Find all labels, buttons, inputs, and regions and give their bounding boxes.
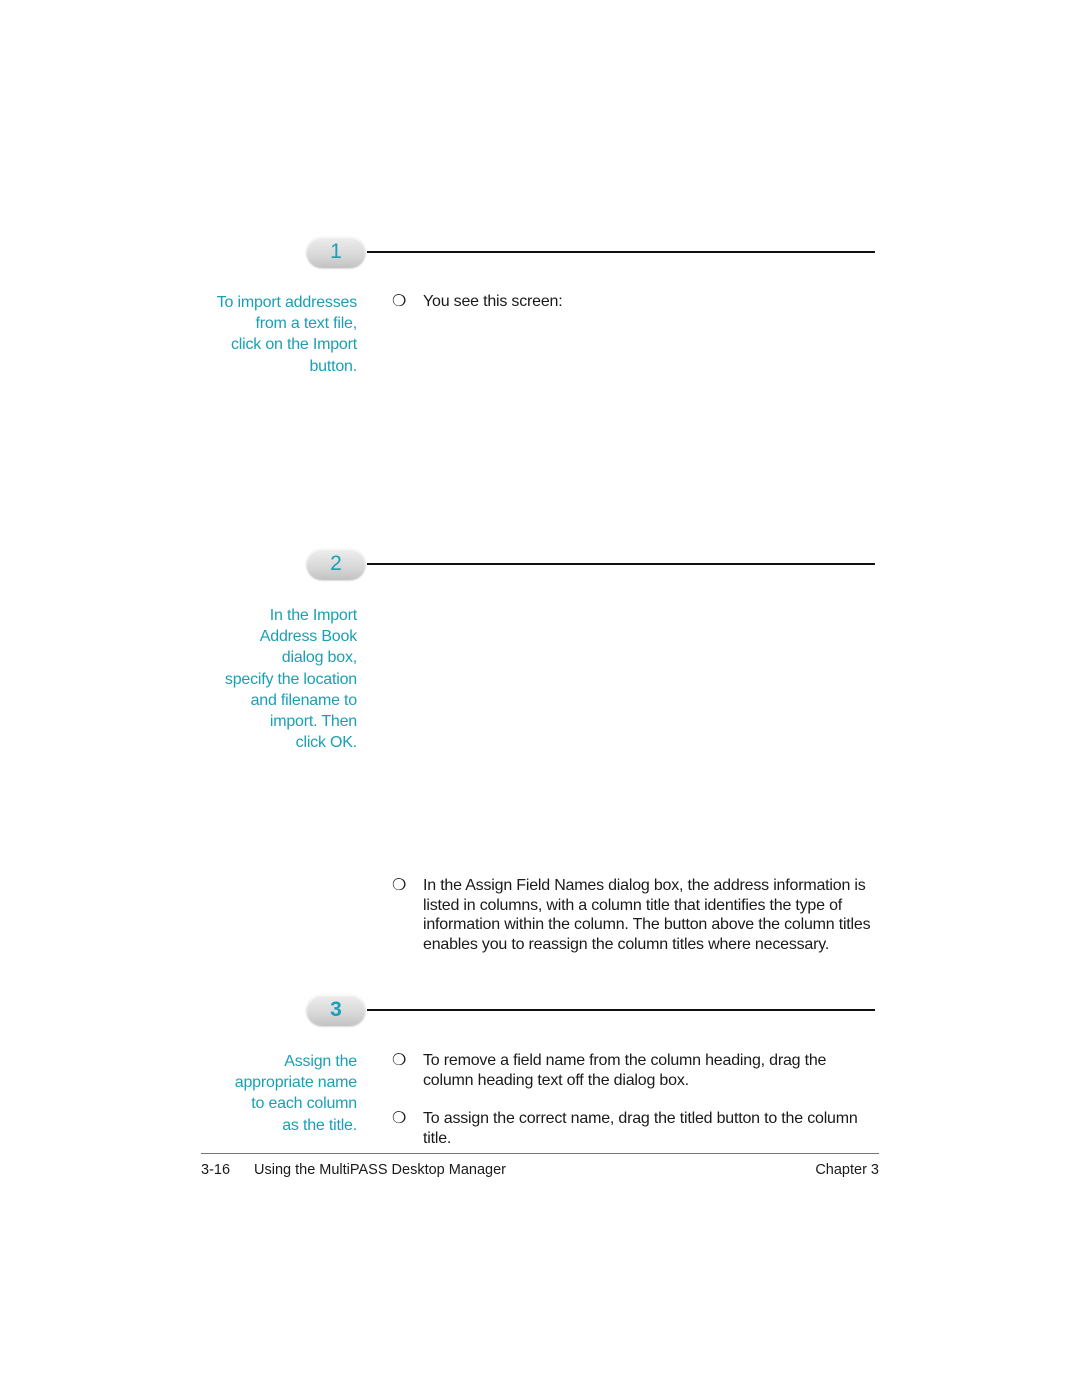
step-2-side-note: In the Import Address Book dialog box, s… (187, 605, 357, 753)
side-note-line: click on the Import (230, 336, 357, 354)
side-note-line: and filename to (250, 691, 358, 709)
side-note-line: to each column (251, 1095, 357, 1113)
side-note-line: import. Then (269, 713, 357, 731)
footer-divider (201, 1153, 879, 1154)
side-note-line: click OK. (295, 734, 358, 752)
step-3-side-note: Assign the appropriate name to each colu… (187, 1051, 357, 1136)
step-2-bullet-1: ❍ In the Assign Field Names dialog box, … (392, 876, 878, 954)
chapter-label: Chapter 3 (815, 1162, 879, 1178)
page-number: 3-16 (201, 1162, 231, 1178)
side-note-line: To import addresses (216, 294, 357, 311)
book-title: Using the MultiPASS Desktop Manager (254, 1162, 506, 1178)
side-note-line: Address Book (259, 628, 357, 646)
side-note-line: Assign the (284, 1053, 357, 1070)
bullet-text: To remove a field name from the column h… (423, 1052, 827, 1089)
step-1-header: 1 (307, 237, 875, 269)
bullet-text: To assign the correct name, drag the tit… (423, 1110, 858, 1147)
step-3-header: 3 (307, 995, 875, 1027)
side-note-line: specify the location (224, 670, 357, 688)
step-1-side-note: To import addresses from a text file, cl… (187, 292, 357, 377)
step-1-bullet-1: ❍ You see this screen: (392, 292, 878, 312)
step-3-bullet-2: ❍ To assign the correct name, drag the t… (392, 1109, 878, 1148)
step-2-rule (367, 563, 875, 565)
side-note-line: from a text file, (255, 315, 357, 333)
circle-bullet-icon: ❍ (392, 293, 407, 310)
circle-bullet-icon: ❍ (392, 877, 407, 894)
circle-bullet-icon: ❍ (392, 1110, 407, 1127)
circle-bullet-icon: ❍ (392, 1052, 407, 1069)
step-1-badge: 1 (307, 237, 365, 267)
step-3-bullet-1: ❍ To remove a field name from the column… (392, 1051, 878, 1090)
side-note-line: In the Import (269, 607, 357, 624)
side-note-line: appropriate name (234, 1074, 357, 1092)
side-note-line: dialog box, (281, 649, 357, 667)
step-1-rule (367, 251, 875, 253)
bullet-text: In the Assign Field Names dialog box, th… (423, 877, 871, 953)
step-2-header: 2 (307, 549, 875, 581)
step-3-rule (367, 1009, 875, 1011)
bullet-text: You see this screen: (423, 293, 563, 310)
step-3-badge: 3 (307, 995, 365, 1025)
step-2-badge: 2 (307, 549, 365, 579)
side-note-line: as the title. (282, 1116, 357, 1134)
side-note-line: button. (309, 357, 357, 375)
